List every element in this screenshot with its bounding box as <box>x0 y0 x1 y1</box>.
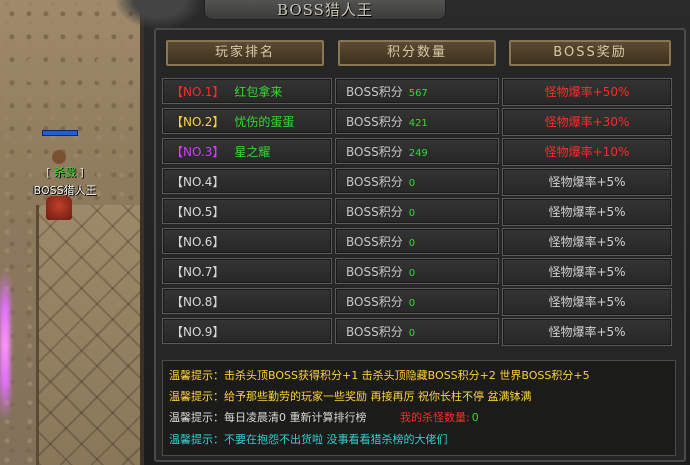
tip-line-4: 温馨提示：不要在抱怨不出货啦 没事看看猎杀榜的大佬们 <box>169 433 448 446</box>
rank-label: 【NO.7】 <box>171 265 225 279</box>
ranking-frame: 玩家排名 积分数量 BOSS奖励 【NO.1】 红包拿来 BOSS积分 567 怪物爆率… <box>154 28 686 462</box>
rank-label: 【NO.9】 <box>171 325 225 339</box>
score-value: 0 <box>408 268 416 279</box>
reward-cell: 怪物爆率+5% <box>502 198 672 226</box>
reward-cell: 怪物爆率+50% <box>502 78 672 106</box>
score-label: BOSS积分 <box>346 115 403 129</box>
header-rank: 玩家排名 <box>166 40 324 66</box>
rank-label: 【NO.5】 <box>171 205 225 219</box>
rank-label: 【NO.6】 <box>171 235 225 249</box>
title-bar[interactable]: BOSS猎人王 <box>204 0 446 20</box>
game-world: [ 杀戮 ] BOSS猎人王 <box>0 0 150 465</box>
score-cell: BOSS积分 0 <box>335 288 499 314</box>
rank-label: 【NO.4】 <box>171 175 225 189</box>
magic-portal-glow <box>0 270 10 420</box>
score-value: 421 <box>408 118 428 129</box>
reward-cell: 怪物爆率+5% <box>502 258 672 286</box>
my-kills-value: 0 <box>471 411 479 424</box>
score-label: BOSS积分 <box>346 235 403 249</box>
score-label: BOSS积分 <box>346 265 403 279</box>
score-cell: BOSS积分 0 <box>335 168 499 194</box>
score-label: BOSS积分 <box>346 205 403 219</box>
player-character[interactable]: [ 杀戮 ] BOSS猎人王 <box>34 130 96 220</box>
player-hp-bar <box>42 130 78 136</box>
reward-cell: 怪物爆率+5% <box>502 318 672 346</box>
score-cell: BOSS积分 421 <box>335 108 499 134</box>
score-cell: BOSS积分 249 <box>335 138 499 164</box>
player-body <box>46 196 72 220</box>
score-cell: BOSS积分 0 <box>335 258 499 284</box>
reward-cell: 怪物爆率+10% <box>502 138 672 166</box>
score-label: BOSS积分 <box>346 145 403 159</box>
stone-floor <box>36 205 149 465</box>
rank-label: 【NO.3】 <box>171 145 225 159</box>
score-label: BOSS积分 <box>346 85 403 99</box>
score-cell: BOSS积分 0 <box>335 198 499 224</box>
score-value: 0 <box>408 328 416 339</box>
score-value: 249 <box>408 148 428 159</box>
player-name: 星之耀 <box>234 145 271 159</box>
reward-cell: 怪物爆率+30% <box>502 108 672 136</box>
rank-cell: 【NO.2】 忧伤的蛋蛋 <box>162 108 332 134</box>
player-name: 红包拿来 <box>234 85 283 99</box>
reward-cell: 怪物爆率+5% <box>502 288 672 316</box>
rank-cell: 【NO.1】 红包拿来 <box>162 78 332 104</box>
score-value: 0 <box>408 298 416 309</box>
boss-hunter-panel: BOSS猎人王 玩家排名 积分数量 BOSS奖励 【NO.1】 红包拿来 BOSS积… <box>114 0 690 465</box>
rank-label: 【NO.8】 <box>171 295 225 309</box>
score-label: BOSS积分 <box>346 295 403 309</box>
rank-label: 【NO.1】 <box>171 85 225 99</box>
header-reward: BOSS奖励 <box>509 40 671 66</box>
score-cell: BOSS积分 567 <box>335 78 499 104</box>
tips-box: 温馨提示：击杀头顶BOSS获得积分+1 击杀头顶隐藏BOSS积分+2 世界BOS… <box>162 360 676 456</box>
rank-cell: 【NO.5】 <box>162 198 332 224</box>
player-name: 忧伤的蛋蛋 <box>234 115 295 129</box>
dragon-ornament-icon <box>114 0 204 30</box>
reward-cell: 怪物爆率+5% <box>502 168 672 196</box>
reward-cell: 怪物爆率+5% <box>502 228 672 256</box>
rank-cell: 【NO.6】 <box>162 228 332 254</box>
rank-cell: 【NO.4】 <box>162 168 332 194</box>
tip-line-2: 温馨提示：给予那些勤劳的玩家一些奖励 再接再厉 祝你长柱不停 盆满钵满 <box>169 390 532 403</box>
score-cell: BOSS积分 0 <box>335 318 499 344</box>
rank-cell: 【NO.7】 <box>162 258 332 284</box>
my-kills-label: 我的杀怪数量: <box>400 411 470 424</box>
score-cell: BOSS积分 0 <box>335 228 499 254</box>
rank-cell: 【NO.9】 <box>162 318 332 344</box>
tip-line-1: 温馨提示：击杀头顶BOSS获得积分+1 击杀头顶隐藏BOSS积分+2 世界BOS… <box>169 369 590 382</box>
rank-cell: 【NO.8】 <box>162 288 332 314</box>
tip-line-3: 温馨提示：每日凌晨清0 重新计算排行榜 我的杀怪数量: 0 <box>169 411 479 424</box>
rank-cell: 【NO.3】 星之耀 <box>162 138 332 164</box>
score-value: 567 <box>408 88 428 99</box>
rank-label: 【NO.2】 <box>171 115 225 129</box>
header-score: 积分数量 <box>338 40 496 66</box>
score-label: BOSS积分 <box>346 325 403 339</box>
score-value: 0 <box>408 178 416 189</box>
player-head <box>52 150 66 164</box>
score-value: 0 <box>408 238 416 249</box>
window-title: BOSS猎人王 <box>277 1 373 19</box>
player-guild-tag: [ 杀戮 ] <box>46 166 84 179</box>
score-label: BOSS积分 <box>346 175 403 189</box>
score-value: 0 <box>408 208 416 219</box>
